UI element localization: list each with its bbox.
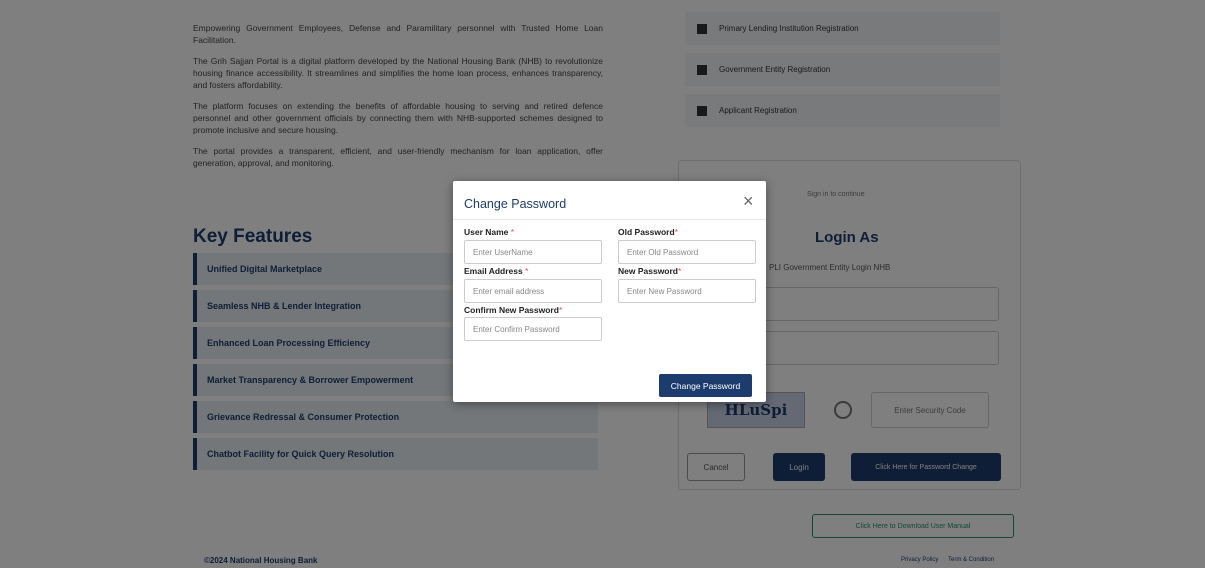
dialog-title: Change Password: [464, 197, 567, 211]
new-password-label: New Password*: [618, 266, 681, 276]
dialog-divider: [453, 219, 766, 220]
confirm-password-label: Confirm New Password*: [464, 305, 562, 315]
new-password-input[interactable]: [618, 279, 756, 303]
username-label-text: User Name: [464, 227, 509, 237]
email-input[interactable]: [464, 279, 602, 303]
confirm-password-input[interactable]: [464, 317, 602, 341]
change-password-button[interactable]: Change Password: [659, 374, 752, 397]
close-icon[interactable]: ×: [743, 192, 754, 210]
username-input[interactable]: [464, 240, 602, 264]
username-label: User Name *: [464, 227, 514, 237]
email-label: Email Address *: [464, 266, 528, 276]
confirm-password-label-text: Confirm New Password: [464, 305, 559, 315]
email-label-text: Email Address: [464, 266, 523, 276]
old-password-label: Old Password*: [618, 227, 678, 237]
required-mark: *: [525, 266, 529, 276]
required-mark: *: [674, 227, 678, 237]
required-mark: *: [510, 227, 515, 237]
old-password-label-text: Old Password: [618, 227, 675, 237]
required-mark: *: [558, 305, 563, 315]
new-password-label-text: New Password: [618, 266, 678, 276]
old-password-input[interactable]: [618, 240, 756, 264]
change-password-dialog: Change Password × User Name * Old Passwo…: [453, 181, 766, 402]
required-mark: *: [678, 266, 682, 276]
